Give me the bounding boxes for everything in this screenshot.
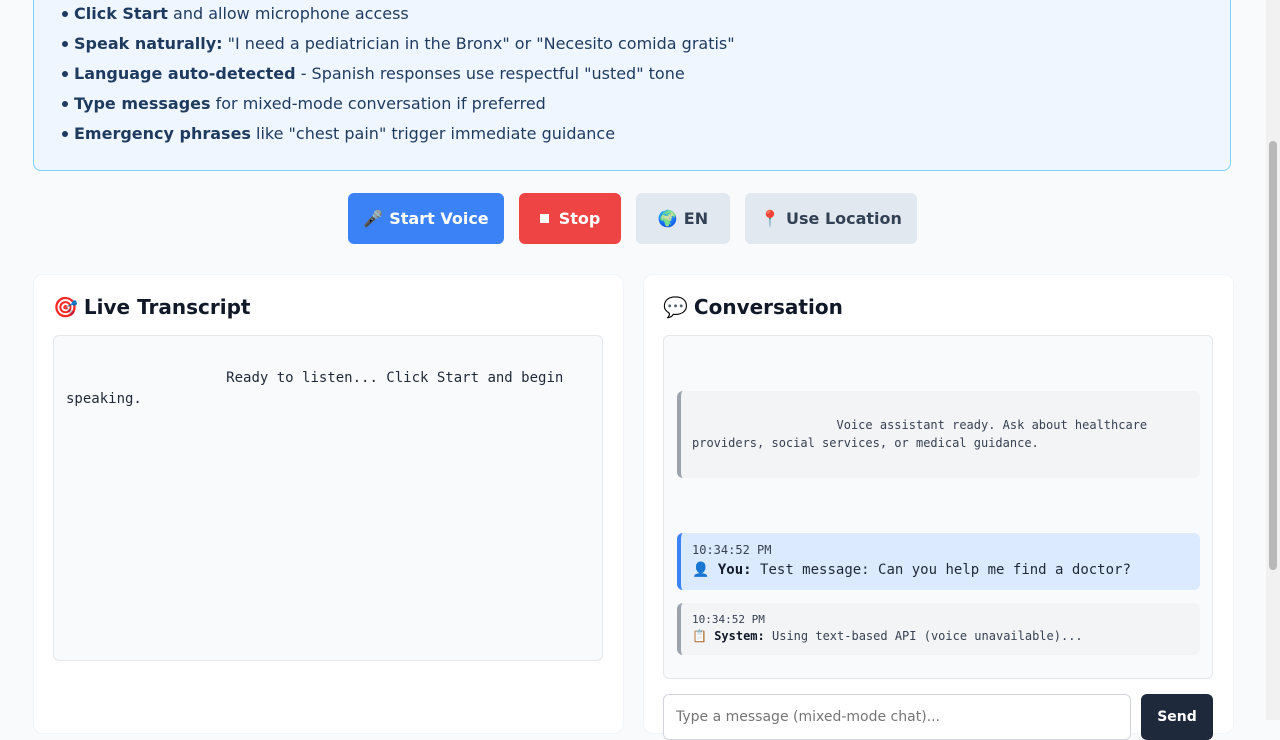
transcript-box: Ready to listen... Click Start and begin… (53, 335, 603, 661)
message-text: Using text-based API (voice unavailable)… (772, 629, 1083, 643)
message-text: Test message: Can you help me find a doc… (760, 562, 1131, 578)
instruction-text: and allow microphone access (167, 4, 409, 23)
globe-icon: 🌍 (657, 209, 678, 228)
instruction-item: Type messages for mixed-mode conversatio… (62, 91, 735, 121)
instruction-bold: Click Start (74, 4, 168, 23)
conversation-log: Voice assistant ready. Ask about healthc… (663, 335, 1213, 679)
instructions-panel: Click Start and allow microphone access … (33, 0, 1231, 171)
location-pin-icon: 📍 (760, 209, 780, 228)
stop-button[interactable]: Stop (519, 193, 621, 244)
instruction-bold: Language auto-detected (74, 64, 296, 83)
instructions-list: Click Start and allow microphone access … (62, 1, 735, 151)
user-message: 10:34:52 PM 👤 You: Test message: Can you… (677, 533, 1200, 590)
instruction-bold: Type messages (74, 94, 211, 113)
instruction-text: - Spanish responses use respectful "uste… (295, 64, 685, 83)
microphone-icon: 🎤 (363, 209, 384, 228)
instruction-item: Click Start and allow microphone access (62, 1, 735, 31)
instruction-item: Speak naturally: "I need a pediatrician … (62, 31, 735, 61)
chat-message-input[interactable] (663, 694, 1131, 740)
transcript-panel: 🎯 Live Transcript Ready to listen... Cli… (33, 274, 624, 734)
instruction-text: "I need a pediatrician in the Bronx" or … (222, 34, 735, 53)
clipboard-icon: 📋 (692, 629, 707, 643)
transcript-heading: 🎯 Live Transcript (53, 295, 250, 319)
language-toggle-button[interactable]: 🌍 EN (636, 193, 730, 244)
use-location-label: Use Location (786, 209, 902, 228)
scrollbar-thumb[interactable] (1269, 141, 1277, 570)
transcript-title: Live Transcript (83, 295, 251, 319)
page-scrollbar[interactable] (1266, 0, 1280, 720)
message-speaker: System: (714, 629, 765, 643)
instruction-item: Emergency phrases like "chest pain" trig… (62, 121, 735, 151)
send-button[interactable]: Send (1141, 694, 1213, 740)
conversation-panel: 💬 Conversation Voice assistant ready. As… (643, 274, 1234, 740)
target-icon: 🎯 (53, 295, 78, 319)
start-voice-label: Start Voice (389, 209, 489, 228)
instruction-text: like "chest pain" trigger immediate guid… (250, 124, 616, 143)
message-timestamp: 10:34:52 PM (692, 613, 765, 626)
stop-label: Stop (558, 209, 601, 228)
message-speaker: You: (717, 562, 752, 578)
message-timestamp: 10:34:52 PM (692, 543, 772, 557)
instruction-text: for mixed-mode conversation if preferred (210, 94, 546, 113)
conversation-heading: 💬 Conversation (663, 295, 843, 319)
message-line: 👤 You: Test message: Can you help me fin… (692, 562, 1131, 578)
instruction-bold: Emergency phrases (74, 124, 251, 143)
use-location-button[interactable]: 📍 Use Location (745, 193, 917, 244)
message-line: 📋 System: Using text-based API (voice un… (692, 629, 1083, 643)
speech-bubble-icon: 💬 (663, 295, 688, 319)
ready-message-text: Voice assistant ready. Ask about healthc… (692, 418, 1155, 450)
start-voice-button[interactable]: 🎤 Start Voice (348, 193, 504, 244)
stop-icon (539, 214, 549, 223)
system-message: 10:34:52 PM 📋 System: Using text-based A… (677, 603, 1200, 655)
instruction-bold: Speak naturally: (74, 34, 223, 53)
conversation-title: Conversation (693, 295, 843, 319)
transcript-text: Ready to listen... Click Start and begin… (66, 370, 572, 407)
system-ready-message: Voice assistant ready. Ask about healthc… (677, 391, 1200, 478)
instruction-item: Language auto-detected - Spanish respons… (62, 61, 735, 91)
user-icon: 👤 (692, 562, 710, 578)
language-label: EN (683, 209, 709, 228)
